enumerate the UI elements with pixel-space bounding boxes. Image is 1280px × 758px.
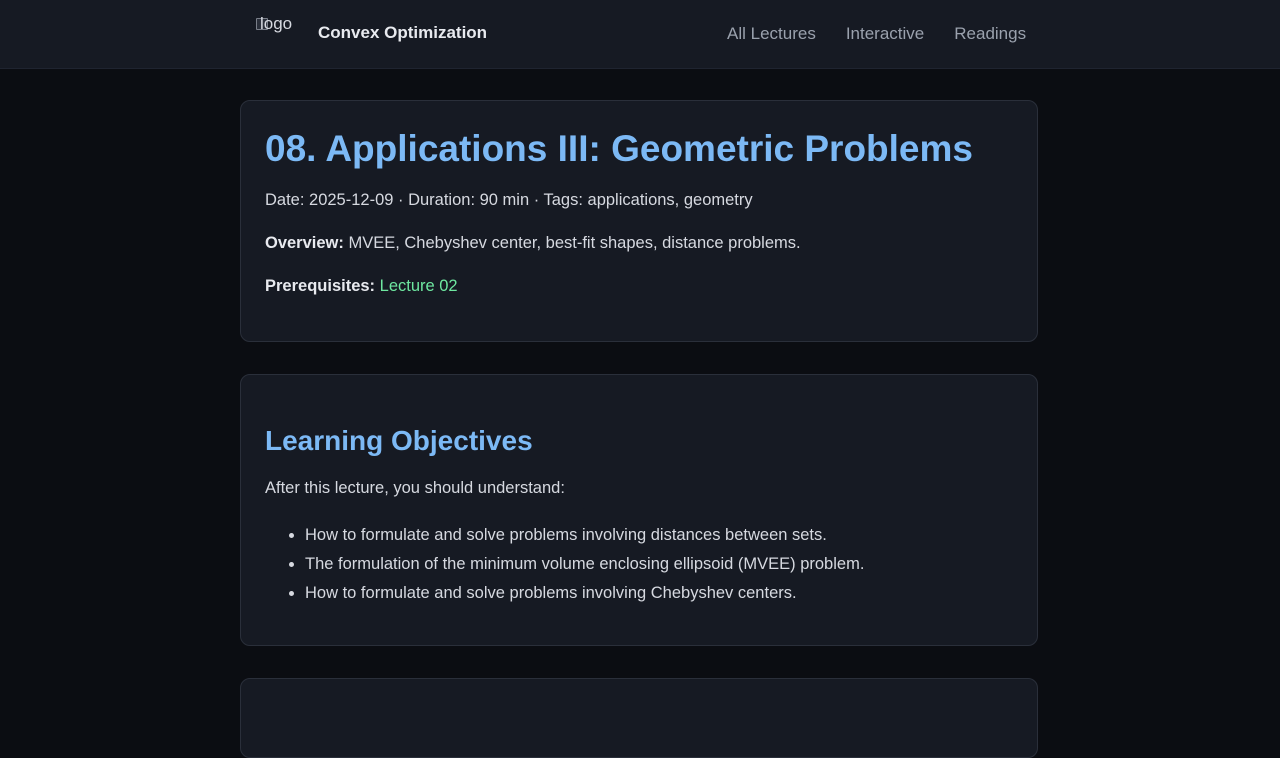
nav-link-readings[interactable]: Readings xyxy=(939,24,1041,44)
lecture-title: 08. Applications III: Geometric Problems xyxy=(265,128,973,169)
site-brand[interactable]: logo Convex Optimization xyxy=(256,14,487,50)
nav-link-all-lectures[interactable]: All Lectures xyxy=(712,24,831,44)
overview-text: MVEE, Chebyshev center, best-fit shapes,… xyxy=(343,234,801,252)
next-section-card xyxy=(240,678,1038,758)
lecture-prerequisites: Prerequisites: Lecture 02 xyxy=(265,277,458,296)
top-nav-bar: logo Convex Optimization All Lectures In… xyxy=(0,0,1280,69)
logo-image[interactable]: logo xyxy=(256,14,306,50)
lecture-overview: Overview: MVEE, Chebyshev center, best-f… xyxy=(265,234,801,253)
nav-link-interactive[interactable]: Interactive xyxy=(831,24,939,44)
overview-label: Overview: xyxy=(265,234,344,252)
site-title[interactable]: Convex Optimization xyxy=(318,16,487,50)
lecture-meta: Date: 2025-12-09 · Duration: 90 min · Ta… xyxy=(265,191,753,209)
main-nav: All Lectures Interactive Readings xyxy=(712,0,1041,68)
learning-objectives-card: Learning Objectives After this lecture, … xyxy=(240,374,1038,646)
logo-alt-text: logo xyxy=(260,14,293,33)
prerequisite-link-lecture-02[interactable]: Lecture 02 xyxy=(380,277,458,295)
objective-item: The formulation of the minimum volume en… xyxy=(305,550,864,579)
objectives-intro: After this lecture, you should understan… xyxy=(265,479,565,497)
objective-item: How to formulate and solve problems invo… xyxy=(305,521,864,550)
objective-item: How to formulate and solve problems invo… xyxy=(305,579,864,608)
prerequisites-label: Prerequisites: xyxy=(265,277,376,295)
objectives-list: How to formulate and solve problems invo… xyxy=(265,521,864,608)
lecture-header-card: 08. Applications III: Geometric Problems… xyxy=(240,100,1038,342)
learning-objectives-heading: Learning Objectives xyxy=(265,425,533,456)
